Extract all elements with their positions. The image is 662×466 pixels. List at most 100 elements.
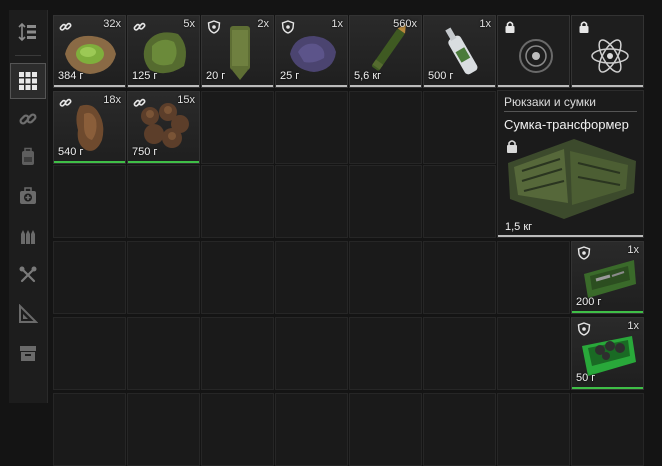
item-weight: 384 г <box>58 70 84 82</box>
grid-icon <box>19 72 37 90</box>
empty-slot[interactable] <box>275 241 348 314</box>
item-quantity: 15x <box>177 94 195 106</box>
empty-slot[interactable] <box>201 393 274 466</box>
empty-slot[interactable] <box>497 393 570 466</box>
shield-icon <box>577 246 591 260</box>
inventory-item-moss[interactable]: 5x 125 г <box>127 15 200 88</box>
tools-icon <box>19 266 37 283</box>
item-quantity: 1x <box>479 18 491 30</box>
item-quantity: 560x <box>393 18 417 30</box>
empty-slot[interactable] <box>53 393 126 466</box>
filter-tools-button[interactable] <box>10 257 46 293</box>
inventory-item-atom-artifact[interactable] <box>571 15 644 88</box>
link-icon <box>133 98 146 107</box>
item-underline <box>424 85 495 87</box>
inventory-item-cartridges[interactable]: 560x 5,6 кг <box>349 15 422 88</box>
item-category: Рюкзаки и сумки <box>504 95 596 109</box>
inventory-item-bottle[interactable]: 1x 500 г <box>423 15 496 88</box>
filter-misc-button[interactable] <box>10 296 46 332</box>
item-weight: 540 г <box>58 146 84 158</box>
empty-slot[interactable] <box>201 317 274 390</box>
empty-slot[interactable] <box>53 317 126 390</box>
empty-slot[interactable] <box>349 165 422 238</box>
empty-slot[interactable] <box>349 393 422 466</box>
empty-slot[interactable] <box>423 317 496 390</box>
empty-slot[interactable] <box>349 91 422 164</box>
empty-slot[interactable] <box>53 241 126 314</box>
empty-slot[interactable] <box>497 317 570 390</box>
backpack-item-panel[interactable]: Рюкзаки и сумки Сумка-трансформер 1,5 кг <box>497 90 644 238</box>
lock-icon <box>579 21 589 33</box>
empty-slot[interactable] <box>571 393 644 466</box>
item-weight: 20 г <box>206 70 226 82</box>
empty-slot[interactable] <box>127 241 200 314</box>
inventory-item-mushrooms[interactable]: 15x 750 г <box>127 91 200 164</box>
inventory-item-fur[interactable]: 18x 540 г <box>53 91 126 164</box>
link-icon <box>59 22 72 31</box>
item-underline <box>572 387 643 389</box>
empty-slot[interactable] <box>201 165 274 238</box>
inventory-item-toolcase[interactable]: 1x 200 г <box>571 241 644 314</box>
empty-slot[interactable] <box>275 393 348 466</box>
filter-weapons-button[interactable] <box>10 101 46 137</box>
link-icon <box>59 98 72 107</box>
medkit-icon <box>20 187 36 204</box>
empty-slot[interactable] <box>127 393 200 466</box>
empty-slot[interactable] <box>349 317 422 390</box>
empty-slot[interactable] <box>275 317 348 390</box>
item-underline <box>202 85 273 87</box>
item-underline <box>572 311 643 313</box>
transformer-bag-icon <box>508 139 636 219</box>
item-quantity: 2x <box>257 18 269 30</box>
inventory-item-purple-rock[interactable]: 1x 25 г <box>275 15 348 88</box>
inventory-item-mutant-part[interactable]: 32x 384 г <box>53 15 126 88</box>
item-quantity: 18x <box>103 94 121 106</box>
item-underline <box>350 85 421 87</box>
item-weight: 750 г <box>132 146 158 158</box>
empty-slot[interactable] <box>201 241 274 314</box>
empty-slot[interactable] <box>201 91 274 164</box>
item-quantity: 32x <box>103 18 121 30</box>
filter-all-button[interactable] <box>10 63 46 99</box>
inventory-item-cloth[interactable]: 2x 20 г <box>201 15 274 88</box>
shield-icon <box>281 20 295 34</box>
item-underline <box>54 85 125 87</box>
filter-medical-button[interactable] <box>10 178 46 214</box>
item-weight: 50 г <box>576 372 596 384</box>
item-weight: 25 г <box>280 70 300 82</box>
item-underline <box>128 161 199 163</box>
empty-slot[interactable] <box>127 165 200 238</box>
empty-slot[interactable] <box>423 241 496 314</box>
item-quantity: 1x <box>331 18 343 30</box>
empty-slot[interactable] <box>497 241 570 314</box>
inventory-item-parts-crate[interactable]: 1x 50 г <box>571 317 644 390</box>
empty-slot[interactable] <box>275 165 348 238</box>
filter-backpacks-button[interactable] <box>10 139 46 175</box>
empty-slot[interactable] <box>127 317 200 390</box>
filter-ammo-button[interactable] <box>10 218 46 254</box>
empty-slot[interactable] <box>423 91 496 164</box>
item-underline <box>498 85 569 87</box>
ammo-icon <box>21 230 35 244</box>
item-underline <box>128 85 199 87</box>
backpack-icon <box>22 147 34 165</box>
filter-storage-button[interactable] <box>10 335 46 371</box>
filter-sidebar <box>9 10 48 403</box>
item-underline <box>498 235 643 237</box>
item-weight: 1,5 кг <box>505 221 533 233</box>
sort-icon <box>18 22 36 42</box>
item-weight: 200 г <box>576 296 602 308</box>
empty-slot[interactable] <box>349 241 422 314</box>
sort-button[interactable] <box>10 14 46 50</box>
divider <box>504 111 637 112</box>
link-icon <box>133 22 146 31</box>
empty-slot[interactable] <box>275 91 348 164</box>
empty-slot[interactable] <box>423 165 496 238</box>
item-quantity: 1x <box>627 320 639 332</box>
item-underline <box>572 85 643 87</box>
inventory-item-artifact-orb[interactable] <box>497 15 570 88</box>
empty-slot[interactable] <box>423 393 496 466</box>
item-quantity: 1x <box>627 244 639 256</box>
item-quantity: 5x <box>183 18 195 30</box>
empty-slot[interactable] <box>53 165 126 238</box>
